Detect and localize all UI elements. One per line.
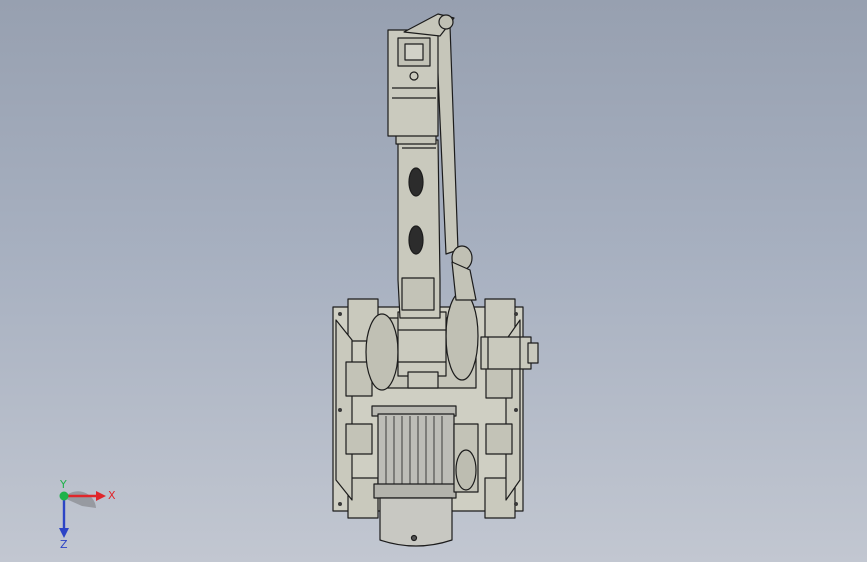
lower-arm-slot-lower [408,225,424,255]
base-panel-right [485,365,513,399]
base-panel-right-lower [485,423,513,455]
motor-body[interactable] [377,413,455,487]
base-panel-left-lower [345,423,373,455]
turret-left-disk [365,313,399,391]
y-axis-label: Y [59,480,67,491]
cad-viewport[interactable]: X Y Z [0,0,867,562]
turret-center [397,311,447,377]
y-axis-dot [59,491,69,501]
x-axis-arrow [96,491,106,501]
z-axis-arrow [59,528,69,538]
turret-right-disk [445,291,479,381]
x-axis-label: X [108,489,116,502]
z-axis-label: Z [60,538,68,550]
link-rod-lower-arm [451,261,477,301]
wrist-bolt [409,71,419,81]
motor-end-ring [373,483,457,499]
motor-end-bolt [410,534,418,542]
side-gearbox-cap [527,342,539,364]
robot-arm-model[interactable] [0,0,867,562]
lower-arm-motor-housing [401,277,435,311]
turret-clamp [407,371,439,389]
triad-shadow [64,491,96,508]
coordinate-triad: X Y Z [59,480,116,550]
upper-arm-pivot [438,14,454,30]
lower-arm-slot-upper [408,167,424,197]
